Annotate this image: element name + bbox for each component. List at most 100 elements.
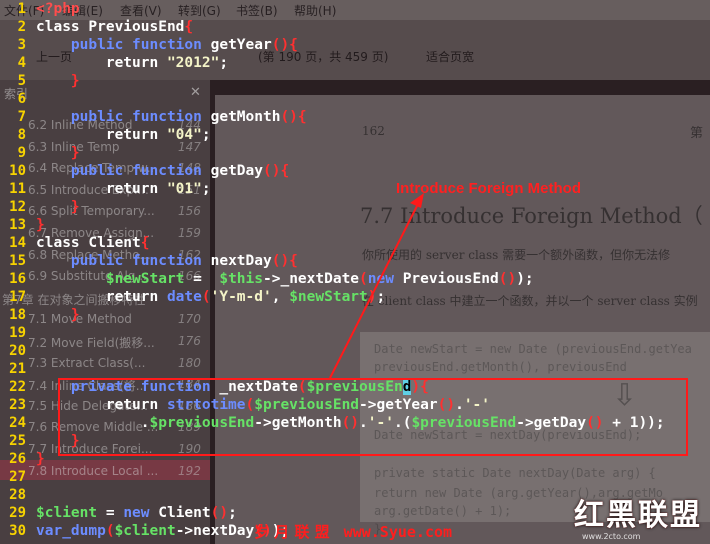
code-token: ( — [359, 271, 368, 287]
code-token: return — [36, 127, 167, 143]
code-token: () — [210, 505, 229, 521]
code-line[interactable]: 4 return "2012"; — [0, 54, 710, 72]
code-token: ; — [219, 55, 229, 71]
code-token: new — [123, 505, 150, 521]
code-line[interactable]: 9 } — [0, 144, 710, 162]
code-line[interactable]: 27 — [0, 468, 710, 486]
line-number: 9 — [17, 145, 26, 161]
code-line[interactable]: 13} — [0, 216, 710, 234]
code-line[interactable]: 5 } — [0, 72, 710, 90]
code-text: public function getYear(){ — [36, 36, 298, 54]
code-line[interactable]: 2 class PreviousEnd{ — [0, 18, 710, 36]
code-text: var_dump($client->nextDay()); — [36, 522, 289, 540]
code-line[interactable]: 21 — [0, 360, 710, 378]
code-line[interactable]: 1 <?php — [0, 0, 710, 18]
annotation-highlight-box — [58, 378, 688, 456]
code-token: <?php — [36, 1, 80, 17]
code-line[interactable]: 3 public function getYear(){ — [0, 36, 710, 54]
code-line[interactable]: 14 class Client{ — [0, 234, 710, 252]
line-number: 6 — [17, 91, 26, 107]
code-line[interactable]: 19 — [0, 324, 710, 342]
line-number: 3 — [17, 37, 26, 53]
code-token: date — [166, 289, 202, 305]
code-token: new — [367, 271, 394, 287]
code-token: return — [36, 55, 167, 71]
code-token: $client — [36, 505, 98, 521]
code-token: ; — [201, 127, 211, 143]
line-number: 25 — [9, 433, 26, 449]
code-token: ( — [105, 523, 115, 539]
line-number: 16 — [9, 271, 26, 287]
line-number: 10 — [9, 163, 26, 179]
code-token: { — [184, 19, 194, 35]
code-token: (){ — [262, 163, 290, 179]
code-text: } — [36, 72, 80, 90]
code-token: } — [70, 307, 80, 323]
watermark-site-name: 岁 月 联 盟 — [254, 523, 330, 541]
code-token: "04" — [166, 127, 202, 143]
code-line[interactable]: 16 $newStart = $this->_nextDate(new Prev… — [0, 270, 710, 288]
watermark-site-url: www.Syue.com — [343, 523, 453, 541]
code-token: "01" — [166, 181, 202, 197]
code-line[interactable]: 18 } — [0, 306, 710, 324]
code-text: } — [36, 450, 45, 468]
logo: 红黑联盟 — [574, 498, 702, 533]
code-text: public function nextDay(){ — [36, 252, 298, 270]
code-line[interactable]: 12 } — [0, 198, 710, 216]
code-line[interactable]: 6 — [0, 90, 710, 108]
line-number: 1 — [17, 1, 26, 17]
watermark-site: 岁 月 联 盟 www.Syue.com — [254, 521, 452, 542]
code-token: = — [97, 505, 124, 521]
code-line[interactable]: 17 return date('Y-m-d', $newStart); — [0, 288, 710, 306]
code-token: } — [70, 145, 80, 161]
code-text: return "01"; — [36, 180, 211, 198]
line-number: 11 — [9, 181, 26, 197]
code-token: ( — [201, 289, 211, 305]
code-token: public function — [70, 37, 202, 53]
line-number: 7 — [17, 109, 26, 125]
line-number: 26 — [9, 451, 26, 467]
code-line[interactable]: 15 public function nextDay(){ — [0, 252, 710, 270]
code-editor[interactable]: 1 <?php 2 class PreviousEnd{3 public functi… — [0, 0, 710, 544]
code-line[interactable]: 8 return "04"; — [0, 126, 710, 144]
code-token: ; — [376, 289, 386, 305]
code-text: <?php — [36, 0, 80, 18]
code-token: "2012" — [166, 55, 220, 71]
code-token: ) — [367, 289, 377, 305]
code-token: return — [36, 181, 167, 197]
code-token: nextDay — [201, 253, 272, 269]
code-token: public function — [70, 109, 202, 125]
code-token: var_dump — [36, 523, 106, 539]
line-number: 13 — [9, 217, 26, 233]
code-line[interactable]: 11 return "01"; — [0, 180, 710, 198]
code-token: (){ — [271, 253, 298, 269]
code-token: PreviousEnd — [393, 271, 499, 287]
code-token: ); — [516, 271, 534, 287]
annotation-title: Introduce Foreign Method — [396, 180, 581, 197]
code-line[interactable]: 7 public function getMonth(){ — [0, 108, 710, 126]
code-token: () — [498, 271, 517, 287]
code-token: getDay — [201, 163, 263, 179]
logo-url: www.2cto.com — [582, 532, 641, 541]
code-token: getMonth — [201, 109, 281, 125]
code-line[interactable]: 10 public function getDay(){ — [0, 162, 710, 180]
code-token: ->_nextDate — [263, 271, 360, 287]
line-number: 8 — [17, 127, 26, 143]
code-text: $newStart = $this->_nextDate(new Previou… — [36, 270, 534, 288]
code-text: public function getMonth(){ — [36, 108, 307, 126]
code-text: $client = new Client(); — [36, 504, 237, 522]
code-token: $newStart — [289, 289, 368, 305]
code-line[interactable]: 20 — [0, 342, 710, 360]
code-token: } — [36, 217, 45, 233]
line-number: 29 — [9, 505, 26, 521]
code-token: public function — [70, 163, 202, 179]
code-token: $newStart — [105, 271, 185, 287]
